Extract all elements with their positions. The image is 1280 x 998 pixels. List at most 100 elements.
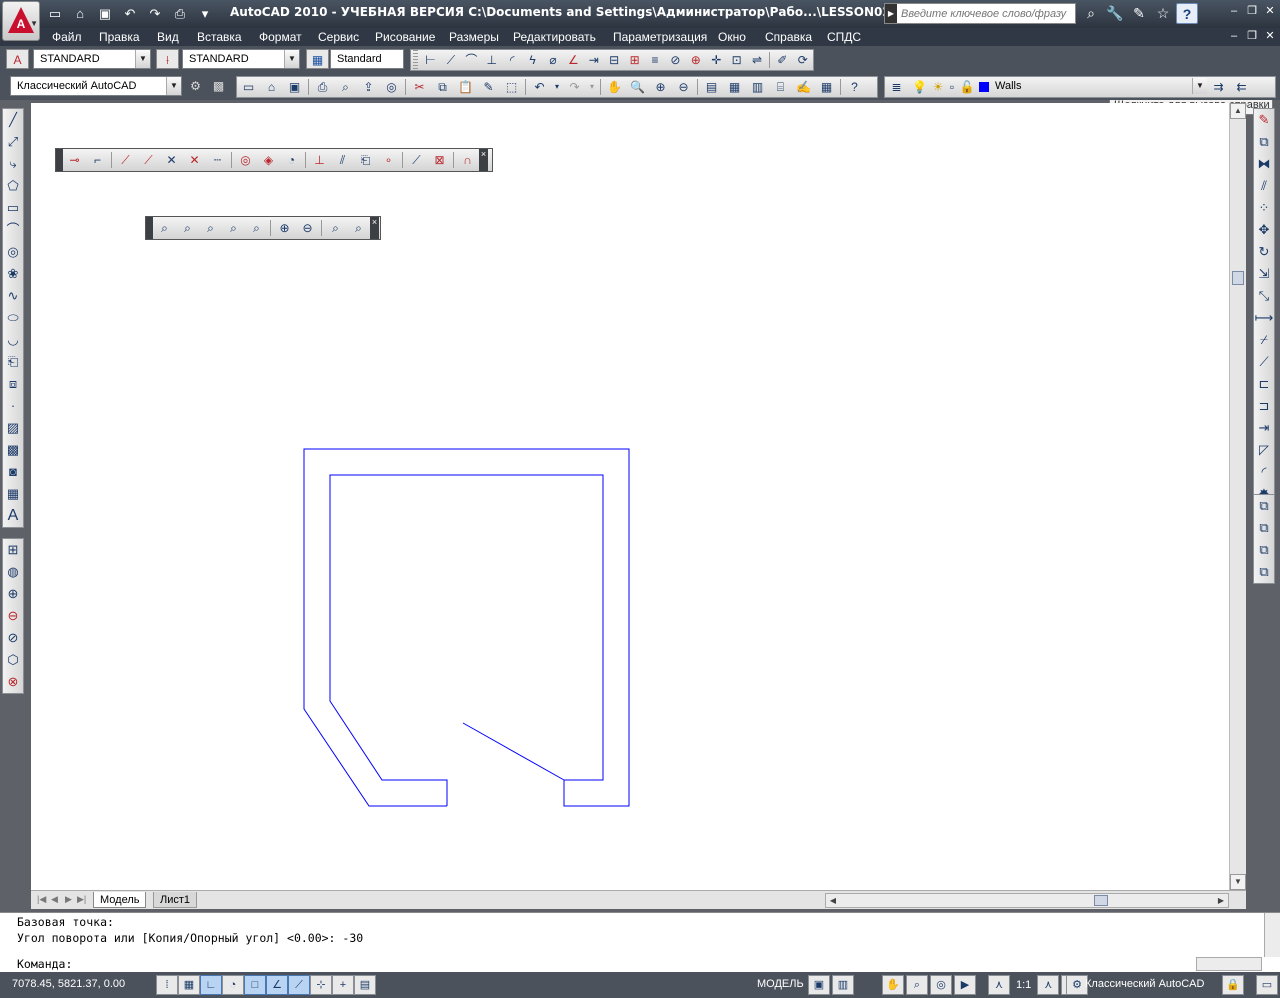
fillet-icon[interactable]: ◜ (1254, 461, 1274, 483)
table-style-combo[interactable]: Standard (330, 49, 404, 69)
plot-icon[interactable]: ⎙ (311, 77, 334, 97)
solid-box-icon[interactable]: ⬡ (3, 649, 23, 671)
first-tab-icon[interactable]: |◀ (37, 894, 46, 905)
properties-icon[interactable]: ▤ (700, 77, 723, 97)
pan-icon[interactable]: ✋ (603, 77, 626, 97)
design-center-icon[interactable]: ▦ (723, 77, 746, 97)
polygon-icon[interactable]: ⬠ (3, 175, 23, 197)
copy-icon[interactable]: ⧉ (431, 77, 454, 97)
help-icon[interactable]: ? (1176, 3, 1198, 24)
scroll-down-icon[interactable]: ▼ (1230, 874, 1246, 890)
menu-window[interactable]: Окно (718, 30, 746, 44)
layer-unlock-icon[interactable]: 🔓 (959, 77, 975, 97)
mirror-icon[interactable]: ⧓ (1254, 153, 1274, 175)
globe-remove-icon[interactable]: ⊖ (3, 605, 23, 627)
lengthen-icon[interactable]: ⟼ (1254, 307, 1274, 329)
layer-viewport-icon[interactable]: ▫ (945, 77, 959, 97)
snap-quadrant-icon[interactable]: ◈ (257, 150, 280, 170)
new-file-icon[interactable]: ▭ (44, 3, 66, 24)
menu-modify[interactable]: Редактировать (513, 30, 596, 44)
cursor-coordinates[interactable]: 7078.45, 5821.37, 0.00 (12, 978, 125, 990)
dimension-edit-icon[interactable]: ✐ (772, 50, 792, 70)
diameter-dimension-icon[interactable]: ⌀ (543, 50, 563, 70)
quick-properties-icon[interactable]: ▤ (354, 975, 376, 995)
calculator-icon[interactable]: ▦ (815, 77, 838, 97)
globe-add-icon[interactable]: ⊕ (3, 583, 23, 605)
menu-spds[interactable]: СПДС (827, 30, 861, 44)
match-properties-icon[interactable]: ✎ (477, 77, 500, 97)
menu-parametric[interactable]: Параметризация (613, 30, 707, 44)
tab-sheet1[interactable]: Лист1 (153, 892, 198, 908)
lock-ui-icon[interactable]: ▩ (207, 76, 230, 96)
annotation-visibility-icon[interactable]: ⋏ (1037, 975, 1060, 995)
stretch-icon[interactable]: ⤡ (1254, 285, 1274, 307)
hatch-icon[interactable]: ▨ (3, 417, 23, 439)
outer-wall-left[interactable] (303, 448, 630, 807)
ortho-mode-icon[interactable]: ∟ (200, 975, 222, 995)
zoom-center-icon[interactable]: ⌕ (222, 218, 245, 238)
menu-help[interactable]: Справка (765, 30, 812, 44)
dimension-space-icon[interactable]: ≡ (645, 50, 665, 70)
open-icon[interactable]: ⌂ (260, 77, 283, 97)
zoom-extents-icon[interactable]: ⌕ (347, 218, 370, 238)
zoom-all-icon[interactable]: ⌕ (324, 218, 347, 238)
object-snap-icon[interactable]: □ (244, 975, 266, 995)
save-icon[interactable]: ▣ (94, 3, 116, 24)
undo-icon[interactable]: ↶ (528, 77, 551, 97)
subscription-icon[interactable]: 🔧 (1104, 3, 1126, 24)
3d-dwf-icon[interactable]: ◎ (380, 77, 403, 97)
clean-screen-icon[interactable]: ▭ (1256, 975, 1278, 995)
break-icon[interactable]: ⊐ (1254, 395, 1274, 417)
layer-combo[interactable]: Walls ▼ (993, 78, 1207, 96)
text-style-combo[interactable]: STANDARD ▼ (33, 49, 151, 69)
make-current-layer-icon[interactable]: ⇉ (1207, 77, 1230, 97)
temporary-track-point-icon[interactable]: ⊸ (63, 150, 86, 170)
construction-line-icon[interactable]: ⤢ (3, 131, 23, 153)
menu-tools[interactable]: Сервис (318, 30, 359, 44)
bring-above-icon[interactable]: ⧉ (1254, 539, 1274, 561)
canvas-vertical-scrollbar[interactable]: ▲ ▼ (1229, 103, 1246, 890)
offset-icon[interactable]: ⫽ (1254, 175, 1274, 197)
dimension-break-icon[interactable]: ⊘ (665, 50, 685, 70)
ellipse-icon[interactable]: ⬭ (3, 307, 23, 329)
drawing-canvas[interactable]: ⊸ ⌐ ⟋ ⟋ ✕ ✕ ┄ ◎ ◈ ◔ ⊥ ⫽ ⎗ ∘ ⟋ ⊠ ∩ × ⌕ ⌕ … (31, 103, 1229, 890)
snap-from-icon[interactable]: ⌐ (86, 150, 109, 170)
block-editor-icon[interactable]: ⬚ (500, 77, 523, 97)
object-snap-tracking-icon[interactable]: ∠ (266, 975, 288, 995)
solid-delete-icon[interactable]: ⊗ (3, 671, 23, 693)
insert-block-icon[interactable]: ⎗ (3, 351, 23, 373)
baseline-dimension-icon[interactable]: ⊟ (604, 50, 624, 70)
join-icon[interactable]: ⇥ (1254, 417, 1274, 439)
ordinate-dimension-icon[interactable]: ⊥ (482, 50, 502, 70)
revision-cloud-icon[interactable]: ❀ (3, 263, 23, 285)
zoom-icon[interactable]: ⌕ (906, 975, 928, 995)
scroll-thumb[interactable] (1094, 895, 1108, 906)
zoom-realtime-icon[interactable]: 🔍 (626, 77, 649, 97)
circle-icon[interactable]: ◎ (3, 241, 23, 263)
steering-wheel-icon[interactable]: ◎ (930, 975, 952, 995)
command-line[interactable]: Базовая точка: Угол поворота или [Копия/… (0, 912, 1280, 972)
undo-dropdown-icon[interactable]: ▾ (551, 77, 563, 97)
snap-insert-icon[interactable]: ⎗ (354, 150, 377, 170)
command-line-hscrollbar[interactable] (1196, 957, 1262, 971)
snap-endpoint-icon[interactable]: ⟋ (114, 150, 137, 170)
grid-display-icon[interactable]: ▦ (178, 975, 200, 995)
menu-insert[interactable]: Вставка (197, 30, 242, 44)
workspace-combo[interactable]: Классический AutoCAD ▼ (10, 76, 182, 96)
rotated-door-line[interactable] (462, 722, 565, 781)
toolbar-lock-icon[interactable]: 🔒 (1222, 975, 1244, 995)
next-tab-icon[interactable]: ▶ (65, 894, 72, 905)
trim-icon[interactable]: ⌿ (1254, 329, 1274, 351)
arc-icon[interactable]: ⌒ (3, 219, 23, 241)
cut-icon[interactable]: ✂ (408, 77, 431, 97)
layer-properties-icon[interactable]: ≣ (885, 77, 908, 97)
arc-length-icon[interactable]: ⌒ (461, 50, 481, 70)
continue-dimension-icon[interactable]: ⊞ (624, 50, 644, 70)
command-line-scrollbar[interactable] (1264, 913, 1280, 957)
tab-model[interactable]: Модель (93, 892, 147, 908)
array-icon[interactable]: ⁘ (1254, 197, 1274, 219)
rotate-icon[interactable]: ↻ (1254, 241, 1274, 263)
dimension-update-icon[interactable]: ⟳ (793, 50, 813, 70)
canvas-horizontal-scrollbar[interactable]: ◀ ▶ (825, 893, 1229, 908)
polar-tracking-icon[interactable]: ◔ (222, 975, 244, 995)
